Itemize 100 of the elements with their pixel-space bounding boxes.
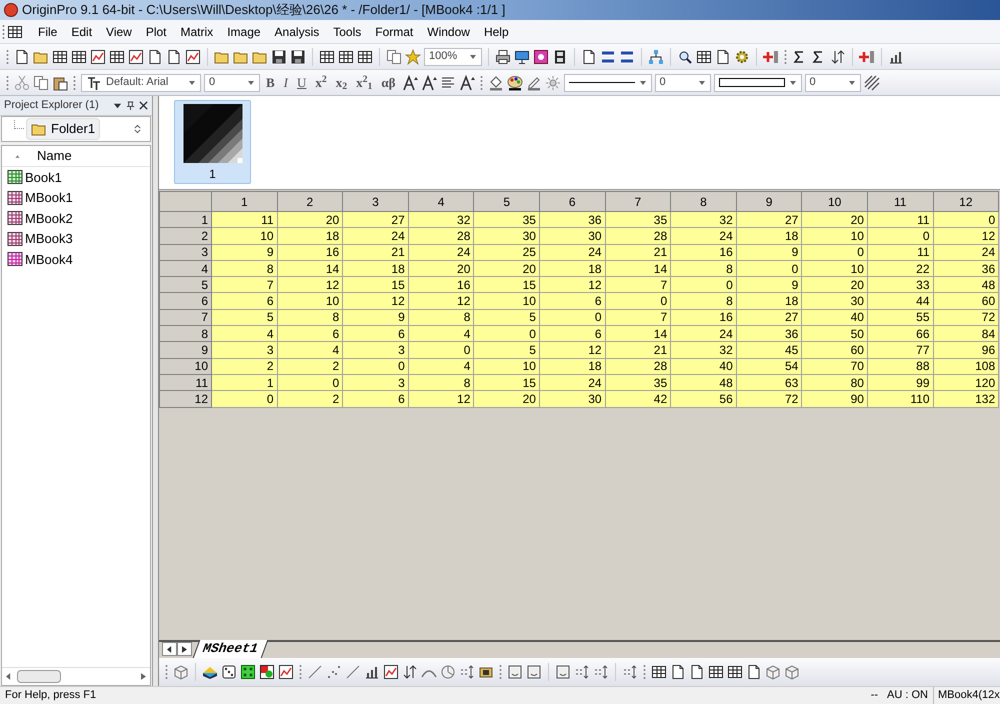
table-icon[interactable] <box>696 48 712 64</box>
menu-item[interactable]: File <box>31 22 64 40</box>
page-icon[interactable] <box>14 48 30 64</box>
vertical-arrows-icon[interactable] <box>574 664 590 680</box>
row-header[interactable]: 7 <box>160 309 212 326</box>
row-header[interactable]: 8 <box>160 326 212 342</box>
dropdown-icon[interactable] <box>113 101 122 110</box>
column-header[interactable]: 7 <box>605 192 671 212</box>
font-size-icon[interactable] <box>458 74 475 90</box>
row-header[interactable]: 6 <box>160 292 212 310</box>
horizontal-bars-icon[interactable] <box>600 48 616 64</box>
row-header[interactable]: 12 <box>160 390 212 408</box>
menu-item[interactable]: Analysis <box>268 22 326 40</box>
sort-icon[interactable] <box>402 664 418 680</box>
add-column-icon[interactable] <box>859 48 875 64</box>
text-style-button[interactable]: x$_{2}$ <box>332 72 350 92</box>
dot-grid-icon[interactable] <box>240 664 256 680</box>
image-plot-icon[interactable] <box>259 664 275 680</box>
menu-item[interactable]: Edit <box>64 22 100 40</box>
border-style-dropdown[interactable] <box>714 74 802 92</box>
explorer-item[interactable]: MBook3 <box>2 228 150 249</box>
page-icon[interactable] <box>166 48 182 64</box>
monitor-icon[interactable] <box>514 48 530 64</box>
line-icon[interactable] <box>345 664 361 680</box>
sort-arrow-icon[interactable] <box>14 152 21 160</box>
pie-icon[interactable] <box>440 664 456 680</box>
text-style-button[interactable]: αβ <box>378 72 399 92</box>
row-header[interactable]: 5 <box>160 276 212 293</box>
horizontal-bars-icon[interactable] <box>619 48 635 64</box>
add-column-icon[interactable] <box>763 48 779 64</box>
page-icon[interactable] <box>670 664 686 680</box>
right-arrow-icon[interactable] <box>141 672 146 680</box>
explorer-item[interactable]: MBook2 <box>2 208 150 228</box>
page-icon[interactable] <box>147 48 163 64</box>
sort-icon[interactable] <box>830 48 846 64</box>
column-header[interactable]: 9 <box>736 192 802 212</box>
row-header[interactable]: 2 <box>160 228 212 244</box>
scroll-tab-button[interactable] <box>162 642 177 656</box>
font-size-icon[interactable] <box>420 74 437 90</box>
menu-item[interactable]: Matrix <box>174 22 220 40</box>
copy-icon[interactable] <box>386 48 402 64</box>
explorer-item[interactable]: Book1 <box>2 167 150 188</box>
menu-item[interactable]: Format <box>368 22 420 40</box>
table-icon[interactable] <box>109 48 125 64</box>
close-icon[interactable] <box>139 101 148 110</box>
table-icon[interactable] <box>338 48 354 64</box>
menu-item[interactable]: View <box>99 22 139 40</box>
row-header[interactable]: 3 <box>160 244 212 260</box>
align-icon[interactable] <box>440 74 456 90</box>
column-header[interactable]: 6 <box>539 192 606 212</box>
cut-icon[interactable] <box>14 74 30 90</box>
toolbar-grip[interactable] <box>784 48 787 64</box>
explorer-item[interactable]: MBook4 <box>2 249 150 270</box>
left-arrow-icon[interactable] <box>6 672 11 680</box>
pen-icon[interactable] <box>526 74 542 90</box>
table-icon[interactable] <box>357 48 373 64</box>
bar-chart-icon[interactable] <box>364 664 380 680</box>
save-icon[interactable] <box>290 48 306 64</box>
folder-node[interactable]: Folder1 <box>26 118 100 140</box>
column-header[interactable]: Name <box>2 146 150 167</box>
scatter-icon[interactable] <box>326 664 342 680</box>
surface-plot-icon[interactable] <box>202 664 218 680</box>
column-header[interactable]: 8 <box>670 192 736 212</box>
circle-square-icon[interactable] <box>533 48 549 64</box>
toolbar-grip[interactable] <box>73 74 76 90</box>
menu-item[interactable]: Image <box>220 22 268 40</box>
menu-item[interactable]: Plot <box>138 22 174 40</box>
column-header[interactable]: 10 <box>802 192 868 212</box>
toolbar-grip[interactable] <box>499 664 502 680</box>
text-style-button[interactable]: I <box>280 72 292 92</box>
table-icon[interactable] <box>71 48 87 64</box>
border-width-dropdown[interactable]: 0 <box>804 74 861 92</box>
page-icon[interactable] <box>715 48 731 64</box>
gear-icon[interactable] <box>734 48 750 64</box>
line-chart-icon[interactable] <box>185 48 201 64</box>
toolbar-grip[interactable] <box>299 664 302 680</box>
column-header[interactable]: 4 <box>408 192 474 212</box>
line-width-dropdown[interactable]: 0 <box>654 74 711 92</box>
table-icon[interactable] <box>651 664 667 680</box>
pin-icon[interactable] <box>126 101 135 110</box>
page-icon[interactable] <box>581 48 597 64</box>
vertical-arrows-icon[interactable] <box>622 664 638 680</box>
menu-item[interactable]: Help <box>476 22 516 40</box>
hierarchy-icon[interactable] <box>648 48 664 64</box>
toolbar-grip[interactable] <box>6 48 9 64</box>
column-header[interactable]: 1 <box>212 192 278 212</box>
save-icon[interactable] <box>271 48 287 64</box>
zoom-dropdown[interactable]: 100% <box>424 48 482 66</box>
face-box-icon[interactable] <box>555 664 571 680</box>
column-header[interactable]: 2 <box>277 192 343 212</box>
text-style-button[interactable]: U <box>294 72 310 92</box>
text-style-button[interactable]: x$^{2}$ <box>312 72 330 92</box>
column-header[interactable]: 3 <box>342 192 408 212</box>
toolbar-grip[interactable] <box>2 24 5 40</box>
font-dropdown[interactable]: Default: Arial <box>81 74 201 92</box>
printer-icon[interactable] <box>495 48 511 64</box>
line-chart-icon[interactable] <box>90 48 106 64</box>
toolbar-grip[interactable] <box>165 664 168 680</box>
line-chart-icon[interactable] <box>383 664 399 680</box>
row-header[interactable]: 4 <box>160 260 212 277</box>
